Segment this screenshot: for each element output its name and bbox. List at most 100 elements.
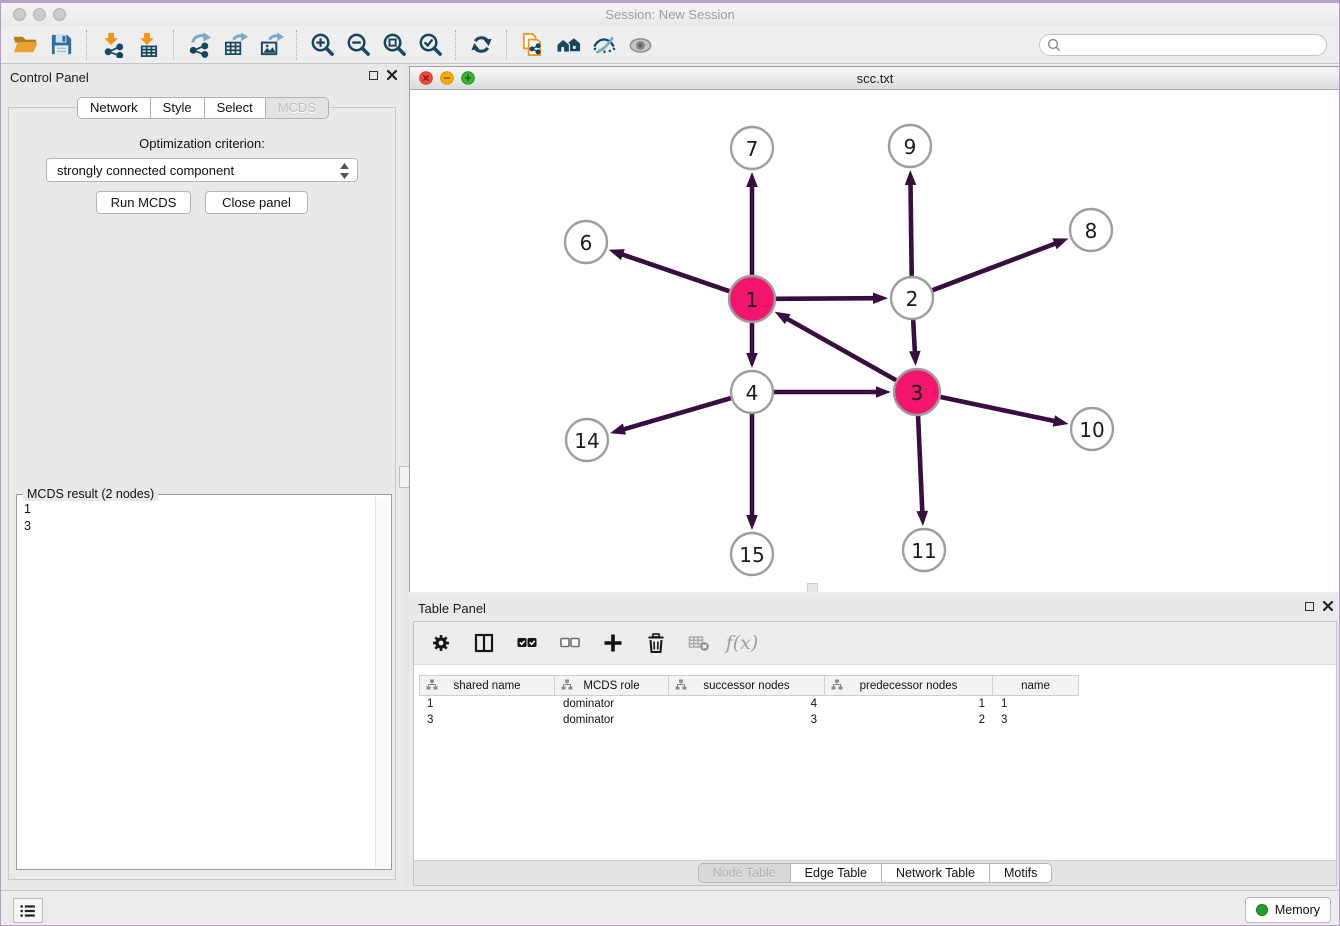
edge-arrow-1-6 bbox=[609, 249, 625, 260]
tab-network-table[interactable]: Network Table bbox=[881, 864, 989, 882]
toolbar-separator bbox=[86, 30, 87, 60]
zoom-fit-icon[interactable] bbox=[376, 29, 412, 61]
table-row[interactable]: 3dominator323 bbox=[419, 712, 1079, 728]
select-all-icon[interactable] bbox=[514, 630, 540, 656]
table-cell: dominator bbox=[555, 696, 669, 712]
duplicate-network-icon[interactable] bbox=[514, 29, 550, 61]
toggle-columns-icon[interactable] bbox=[471, 630, 497, 656]
graph-node-label: 2 bbox=[906, 287, 919, 311]
export-image-icon[interactable] bbox=[253, 29, 289, 61]
float-table-panel-icon[interactable] bbox=[1305, 602, 1314, 611]
refresh-icon[interactable] bbox=[463, 29, 499, 61]
tab-node-table[interactable]: Node Table bbox=[699, 864, 790, 882]
open-session-icon[interactable] bbox=[7, 29, 43, 61]
edge-arrow-4-15 bbox=[746, 515, 758, 530]
table-cell: 1 bbox=[993, 696, 1079, 712]
tab-edge-table[interactable]: Edge Table bbox=[790, 864, 881, 882]
list-icon bbox=[18, 901, 38, 921]
edge-4-14[interactable] bbox=[622, 398, 731, 430]
hide-selected-icon[interactable] bbox=[586, 29, 622, 61]
import-network-icon[interactable] bbox=[94, 29, 130, 61]
tab-network[interactable]: Network bbox=[77, 97, 151, 119]
export-network-icon[interactable] bbox=[181, 29, 217, 61]
graph-node-label: 6 bbox=[580, 231, 593, 255]
mcds-result-line: 1 bbox=[24, 501, 371, 518]
graph-node-label: 8 bbox=[1085, 219, 1098, 243]
edge-1-2[interactable] bbox=[776, 298, 876, 299]
edge-1-6[interactable] bbox=[620, 254, 729, 292]
control-panel-header: Control Panel bbox=[1, 64, 405, 90]
float-panel-icon[interactable] bbox=[369, 71, 378, 80]
memory-status-icon bbox=[1256, 904, 1268, 916]
canvas-scroll-handle[interactable] bbox=[807, 583, 818, 592]
search-input[interactable] bbox=[1039, 34, 1327, 56]
optimization-criterion-select[interactable]: strongly connected component bbox=[46, 158, 358, 182]
graph-node-label: 4 bbox=[746, 381, 759, 405]
table-panel-content: f(x) shared name MCDS role successor nodes… bbox=[413, 621, 1337, 886]
table-panel-header: Table Panel bbox=[409, 595, 1340, 621]
table-cell: 1 bbox=[419, 696, 555, 712]
zoom-in-icon[interactable] bbox=[304, 29, 340, 61]
edge-arrow-1-4 bbox=[746, 353, 758, 368]
table-tabs: Node TableEdge TableNetwork TableMotifs bbox=[698, 863, 1053, 883]
deselect-all-icon[interactable] bbox=[557, 630, 583, 656]
graph-node-label: 1 bbox=[746, 288, 759, 312]
delete-entries-icon[interactable] bbox=[643, 630, 669, 656]
memory-label: Memory bbox=[1275, 903, 1320, 917]
edge-3-1[interactable] bbox=[785, 318, 896, 381]
close-panel-icon[interactable] bbox=[387, 70, 397, 80]
column-header-label: MCDS role bbox=[583, 680, 639, 692]
tab-motifs[interactable]: Motifs bbox=[989, 864, 1051, 882]
network-window-title: scc.txt bbox=[410, 71, 1340, 86]
table-panel-title: Table Panel bbox=[418, 601, 486, 616]
column-header-name[interactable]: name bbox=[993, 676, 1079, 695]
edge-arrow-1-2 bbox=[873, 292, 888, 304]
toolbar-separator bbox=[173, 30, 174, 60]
control-panel-title: Control Panel bbox=[10, 70, 89, 85]
edge-3-10[interactable] bbox=[940, 397, 1056, 422]
tab-select[interactable]: Select bbox=[205, 97, 266, 119]
network-canvas[interactable]: 7968124314101511 bbox=[410, 90, 1340, 592]
edge-2-3[interactable] bbox=[913, 320, 915, 354]
table-cell: 3 bbox=[993, 712, 1079, 728]
control-panel-tabs: NetworkStyleSelectMCDS bbox=[1, 97, 405, 119]
export-table-icon[interactable] bbox=[217, 29, 253, 61]
column-header-mcds-role[interactable]: MCDS role bbox=[555, 676, 669, 695]
zoom-selected-icon[interactable] bbox=[412, 29, 448, 61]
function-builder-icon[interactable]: f(x) bbox=[729, 630, 755, 656]
first-neighbors-icon[interactable] bbox=[550, 29, 586, 61]
table-row[interactable]: 1dominator411 bbox=[419, 696, 1079, 712]
close-table-panel-icon[interactable] bbox=[1323, 601, 1333, 611]
column-header-shared-name[interactable]: shared name bbox=[419, 676, 555, 695]
edge-2-8[interactable] bbox=[933, 243, 1058, 290]
show-all-icon[interactable] bbox=[622, 29, 658, 61]
memory-button[interactable]: Memory bbox=[1245, 897, 1331, 923]
edge-3-11[interactable] bbox=[918, 416, 922, 514]
mcds-result-scrollbar[interactable] bbox=[375, 497, 389, 867]
delete-table-icon[interactable] bbox=[686, 630, 712, 656]
add-entry-icon[interactable] bbox=[600, 630, 626, 656]
network-view-window: scc.txt 7968124314101511 bbox=[409, 66, 1340, 592]
zoom-out-icon[interactable] bbox=[340, 29, 376, 61]
close-panel-button[interactable]: Close panel bbox=[205, 191, 308, 214]
network-graph: 7968124314101511 bbox=[410, 90, 1340, 592]
run-mcds-button[interactable]: Run MCDS bbox=[96, 191, 191, 214]
search-field-wrap bbox=[1039, 34, 1327, 56]
table-cell: 2 bbox=[825, 712, 993, 728]
column-header-predecessor-nodes[interactable]: predecessor nodes bbox=[825, 676, 993, 695]
table-settings-icon[interactable] bbox=[428, 630, 454, 656]
column-header-label: shared name bbox=[453, 680, 520, 692]
tab-mcds[interactable]: MCDS bbox=[266, 97, 329, 119]
column-header-successor-nodes[interactable]: successor nodes bbox=[669, 676, 825, 695]
edge-2-9[interactable] bbox=[910, 182, 911, 276]
edge-arrow-3-1 bbox=[775, 312, 791, 324]
task-history-button[interactable] bbox=[13, 898, 43, 923]
save-session-icon[interactable] bbox=[43, 29, 79, 61]
import-table-icon[interactable] bbox=[130, 29, 166, 61]
tab-style[interactable]: Style bbox=[151, 97, 205, 119]
table-cell: 3 bbox=[669, 712, 825, 728]
table-column-headers: shared name MCDS role successor nodesprede… bbox=[419, 675, 1079, 696]
graph-node-label: 7 bbox=[746, 137, 759, 161]
graph-node-label: 15 bbox=[739, 543, 764, 567]
graph-node-label: 3 bbox=[911, 381, 924, 405]
